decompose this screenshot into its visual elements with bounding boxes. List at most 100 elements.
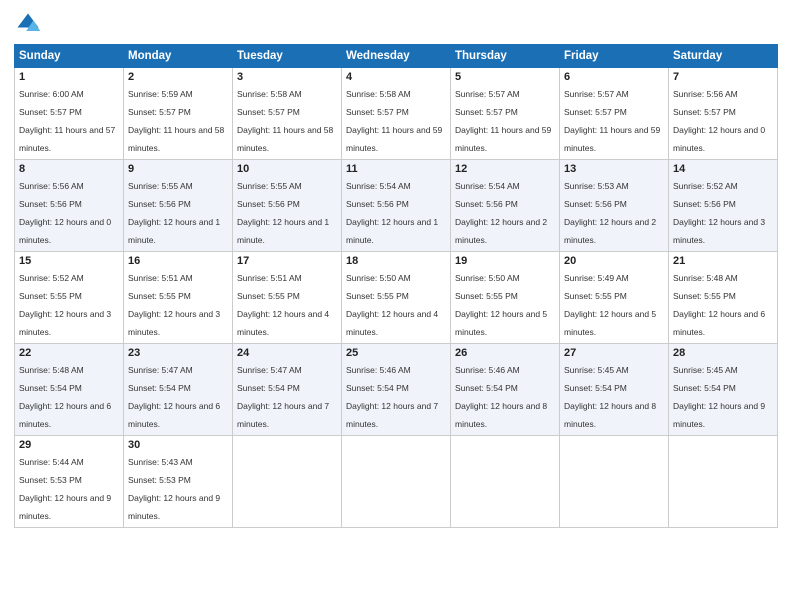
table-row: 16 Sunrise: 5:51 AMSunset: 5:55 PMDayligh…: [124, 252, 233, 344]
day-info: Sunrise: 5:48 AMSunset: 5:55 PMDaylight:…: [673, 273, 765, 337]
header-thursday: Thursday: [451, 45, 560, 68]
day-number: 1: [19, 71, 119, 83]
table-row: [233, 436, 342, 528]
day-info: Sunrise: 5:56 AMSunset: 5:57 PMDaylight:…: [673, 89, 765, 153]
header-wednesday: Wednesday: [342, 45, 451, 68]
day-info: Sunrise: 6:00 AMSunset: 5:57 PMDaylight:…: [19, 89, 115, 153]
table-row: 7 Sunrise: 5:56 AMSunset: 5:57 PMDaylight…: [669, 68, 778, 160]
header-monday: Monday: [124, 45, 233, 68]
day-number: 16: [128, 255, 228, 267]
day-info: Sunrise: 5:44 AMSunset: 5:53 PMDaylight:…: [19, 457, 111, 521]
table-row: 19 Sunrise: 5:50 AMSunset: 5:55 PMDayligh…: [451, 252, 560, 344]
table-row: 17 Sunrise: 5:51 AMSunset: 5:55 PMDayligh…: [233, 252, 342, 344]
day-number: 17: [237, 255, 337, 267]
day-number: 23: [128, 347, 228, 359]
day-info: Sunrise: 5:45 AMSunset: 5:54 PMDaylight:…: [564, 365, 656, 429]
logo: [14, 10, 44, 38]
day-info: Sunrise: 5:46 AMSunset: 5:54 PMDaylight:…: [455, 365, 547, 429]
day-info: Sunrise: 5:48 AMSunset: 5:54 PMDaylight:…: [19, 365, 111, 429]
day-number: 25: [346, 347, 446, 359]
table-row: 18 Sunrise: 5:50 AMSunset: 5:55 PMDayligh…: [342, 252, 451, 344]
day-info: Sunrise: 5:49 AMSunset: 5:55 PMDaylight:…: [564, 273, 656, 337]
day-number: 7: [673, 71, 773, 83]
header-saturday: Saturday: [669, 45, 778, 68]
weekday-header-row: Sunday Monday Tuesday Wednesday Thursday…: [15, 45, 778, 68]
day-info: Sunrise: 5:53 AMSunset: 5:56 PMDaylight:…: [564, 181, 656, 245]
logo-icon: [14, 10, 42, 38]
table-row: 13 Sunrise: 5:53 AMSunset: 5:56 PMDayligh…: [560, 160, 669, 252]
table-row: 1 Sunrise: 6:00 AMSunset: 5:57 PMDaylight…: [15, 68, 124, 160]
table-row: 6 Sunrise: 5:57 AMSunset: 5:57 PMDaylight…: [560, 68, 669, 160]
table-row: 28Sunrise: 5:45 AMSunset: 5:54 PMDayligh…: [669, 344, 778, 436]
day-info: Sunrise: 5:51 AMSunset: 5:55 PMDaylight:…: [128, 273, 220, 337]
day-number: 26: [455, 347, 555, 359]
table-row: 27 Sunrise: 5:45 AMSunset: 5:54 PMDayligh…: [560, 344, 669, 436]
day-number: 13: [564, 163, 664, 175]
day-info: Sunrise: 5:51 AMSunset: 5:55 PMDaylight:…: [237, 273, 329, 337]
day-number: 27: [564, 347, 664, 359]
table-row: 9 Sunrise: 5:55 AMSunset: 5:56 PMDaylight…: [124, 160, 233, 252]
table-row: [342, 436, 451, 528]
table-row: [669, 436, 778, 528]
table-row: 21Sunrise: 5:48 AMSunset: 5:55 PMDayligh…: [669, 252, 778, 344]
day-number: 15: [19, 255, 119, 267]
day-info: Sunrise: 5:47 AMSunset: 5:54 PMDaylight:…: [128, 365, 220, 429]
table-row: 14 Sunrise: 5:52 AMSunset: 5:56 PMDayligh…: [669, 160, 778, 252]
day-number: 10: [237, 163, 337, 175]
table-row: 2 Sunrise: 5:59 AMSunset: 5:57 PMDaylight…: [124, 68, 233, 160]
table-row: 30 Sunrise: 5:43 AMSunset: 5:53 PMDayligh…: [124, 436, 233, 528]
table-row: 20 Sunrise: 5:49 AMSunset: 5:55 PMDayligh…: [560, 252, 669, 344]
day-info: Sunrise: 5:52 AMSunset: 5:55 PMDaylight:…: [19, 273, 111, 337]
day-number: 6: [564, 71, 664, 83]
calendar-table: Sunday Monday Tuesday Wednesday Thursday…: [14, 44, 778, 528]
table-row: [451, 436, 560, 528]
day-info: Sunrise: 5:47 AMSunset: 5:54 PMDaylight:…: [237, 365, 329, 429]
day-number: 24: [237, 347, 337, 359]
day-info: Sunrise: 5:50 AMSunset: 5:55 PMDaylight:…: [455, 273, 547, 337]
day-info: Sunrise: 5:46 AMSunset: 5:54 PMDaylight:…: [346, 365, 438, 429]
day-info: Sunrise: 5:52 AMSunset: 5:56 PMDaylight:…: [673, 181, 765, 245]
table-row: 5 Sunrise: 5:57 AMSunset: 5:57 PMDaylight…: [451, 68, 560, 160]
header-friday: Friday: [560, 45, 669, 68]
day-number: 19: [455, 255, 555, 267]
day-info: Sunrise: 5:50 AMSunset: 5:55 PMDaylight:…: [346, 273, 438, 337]
day-info: Sunrise: 5:56 AMSunset: 5:56 PMDaylight:…: [19, 181, 111, 245]
day-number: 3: [237, 71, 337, 83]
day-number: 30: [128, 439, 228, 451]
day-number: 4: [346, 71, 446, 83]
day-number: 20: [564, 255, 664, 267]
table-row: [560, 436, 669, 528]
day-number: 29: [19, 439, 119, 451]
table-row: 15 Sunrise: 5:52 AMSunset: 5:55 PMDayligh…: [15, 252, 124, 344]
day-number: 28: [673, 347, 773, 359]
day-info: Sunrise: 5:57 AMSunset: 5:57 PMDaylight:…: [564, 89, 660, 153]
day-info: Sunrise: 5:55 AMSunset: 5:56 PMDaylight:…: [237, 181, 329, 245]
header-sunday: Sunday: [15, 45, 124, 68]
day-number: 18: [346, 255, 446, 267]
table-row: 24 Sunrise: 5:47 AMSunset: 5:54 PMDayligh…: [233, 344, 342, 436]
page: Sunday Monday Tuesday Wednesday Thursday…: [0, 0, 792, 612]
table-row: 29 Sunrise: 5:44 AMSunset: 5:53 PMDayligh…: [15, 436, 124, 528]
day-info: Sunrise: 5:59 AMSunset: 5:57 PMDaylight:…: [128, 89, 224, 153]
table-row: 3Sunrise: 5:58 AMSunset: 5:57 PMDaylight…: [233, 68, 342, 160]
day-number: 9: [128, 163, 228, 175]
header-tuesday: Tuesday: [233, 45, 342, 68]
day-info: Sunrise: 5:43 AMSunset: 5:53 PMDaylight:…: [128, 457, 220, 521]
header: [14, 10, 778, 38]
day-number: 11: [346, 163, 446, 175]
day-info: Sunrise: 5:54 AMSunset: 5:56 PMDaylight:…: [455, 181, 547, 245]
day-number: 12: [455, 163, 555, 175]
table-row: 4Sunrise: 5:58 AMSunset: 5:57 PMDaylight…: [342, 68, 451, 160]
day-number: 8: [19, 163, 119, 175]
day-info: Sunrise: 5:57 AMSunset: 5:57 PMDaylight:…: [455, 89, 551, 153]
day-number: 14: [673, 163, 773, 175]
table-row: 25 Sunrise: 5:46 AMSunset: 5:54 PMDayligh…: [342, 344, 451, 436]
day-number: 5: [455, 71, 555, 83]
day-info: Sunrise: 5:54 AMSunset: 5:56 PMDaylight:…: [346, 181, 438, 245]
table-row: 26 Sunrise: 5:46 AMSunset: 5:54 PMDayligh…: [451, 344, 560, 436]
table-row: 11 Sunrise: 5:54 AMSunset: 5:56 PMDayligh…: [342, 160, 451, 252]
table-row: 23 Sunrise: 5:47 AMSunset: 5:54 PMDayligh…: [124, 344, 233, 436]
day-info: Sunrise: 5:55 AMSunset: 5:56 PMDaylight:…: [128, 181, 220, 245]
day-number: 22: [19, 347, 119, 359]
day-number: 2: [128, 71, 228, 83]
